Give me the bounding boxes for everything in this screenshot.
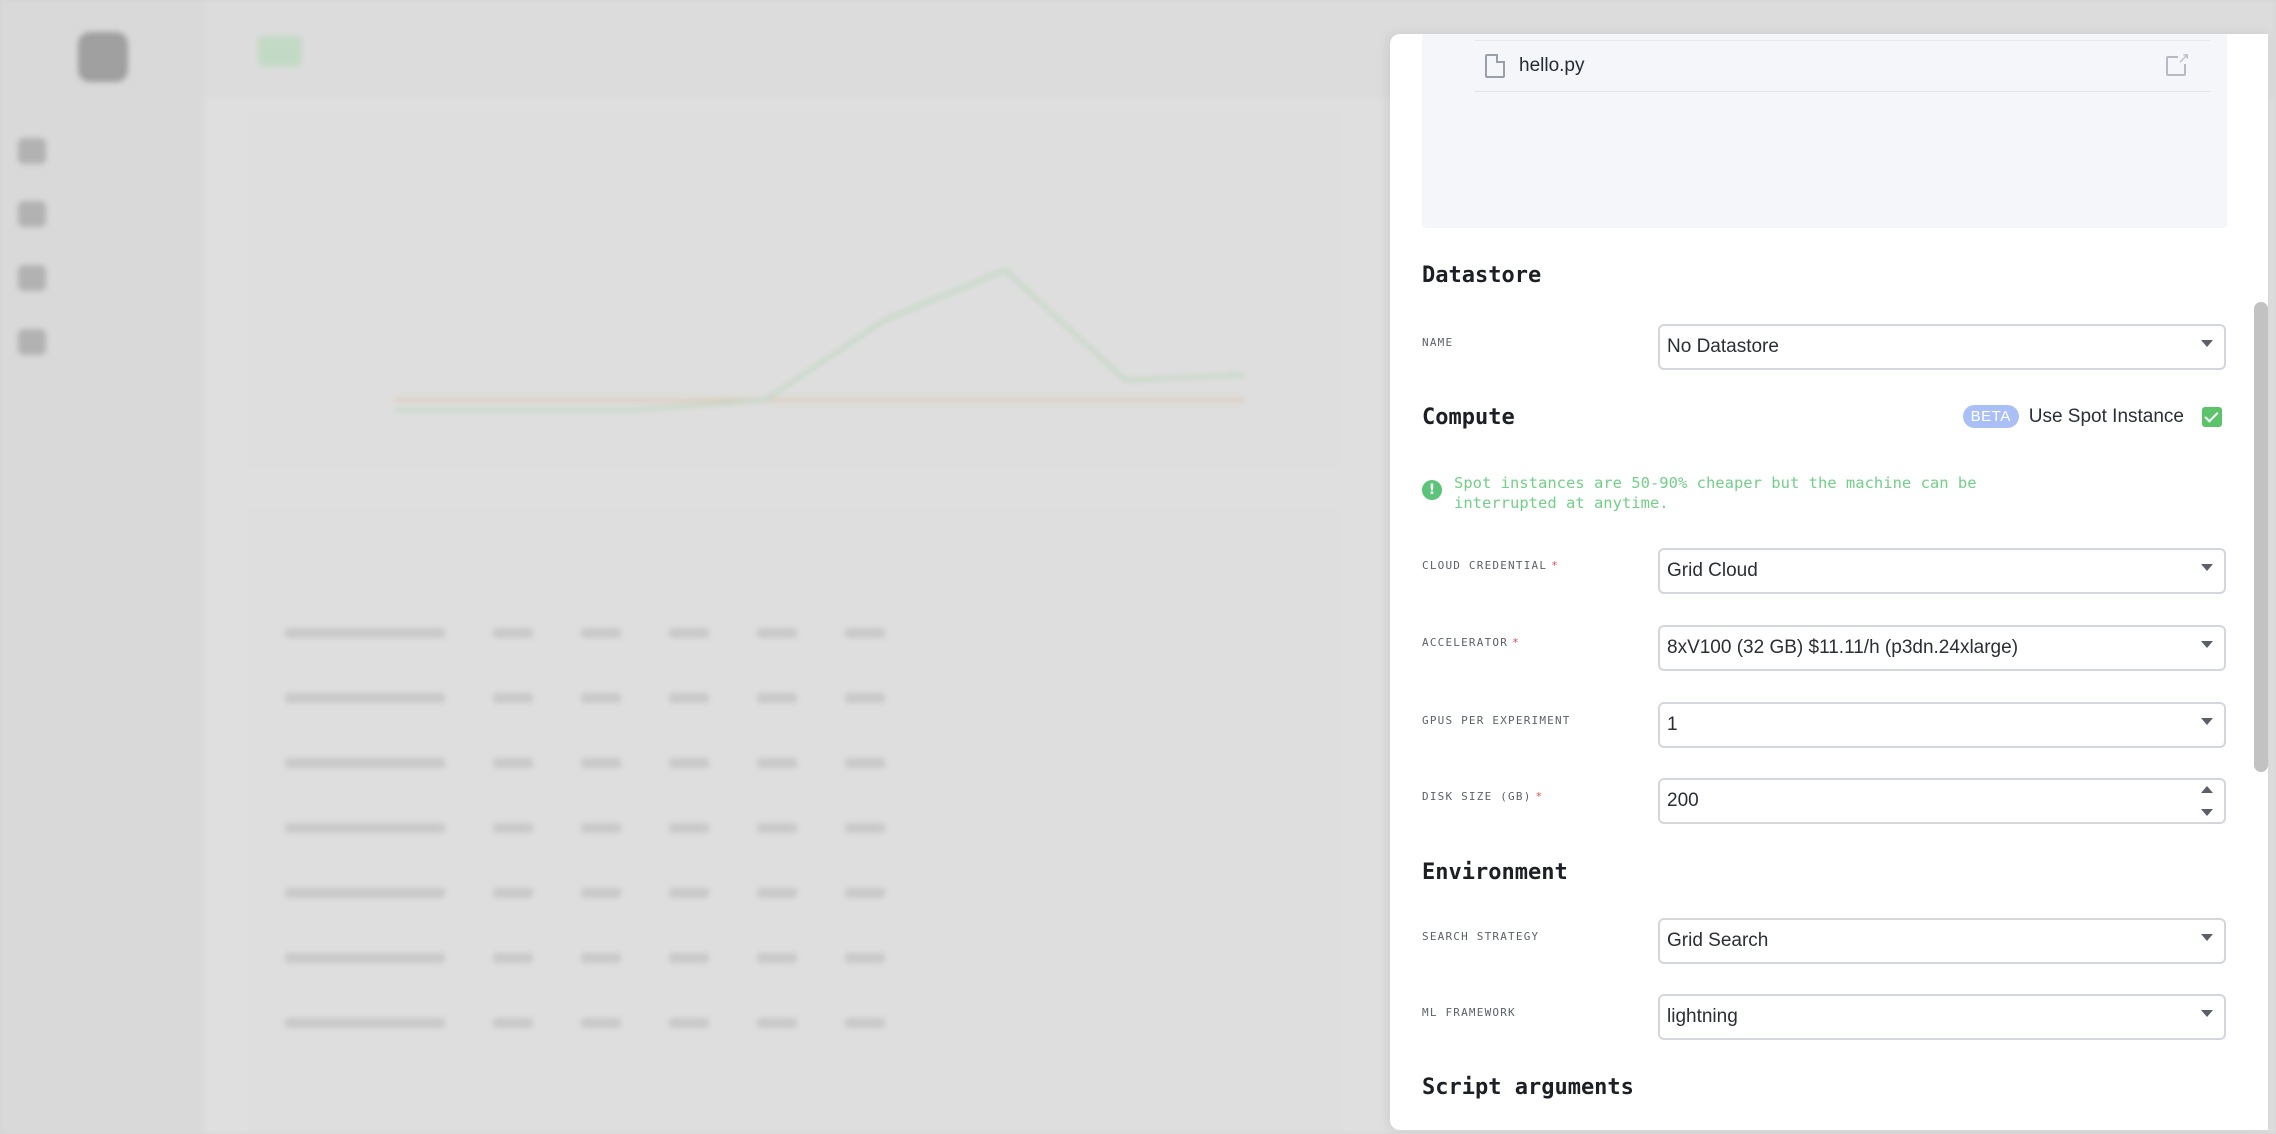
number-stepper[interactable] [2201, 786, 2213, 816]
datastore-section-title: Datastore [1422, 263, 1542, 288]
datastore-select[interactable]: No Datastore [1658, 324, 2226, 370]
compute-section-title: Compute [1422, 405, 1515, 430]
accelerator-select[interactable]: 8xV100 (32 GB) $11.11/h (p3dn.24xlarge) [1658, 625, 2226, 671]
file-icon [1485, 54, 1505, 78]
search-strategy-value: Grid Search [1667, 930, 1769, 951]
script-arguments-section-title: Script arguments [1422, 1075, 1634, 1100]
new-run-drawer: hello.py Datastore NAME No Datastore Com… [1390, 34, 2268, 1130]
ml-framework-select[interactable]: lightning [1658, 994, 2226, 1040]
code-file-panel: hello.py [1422, 34, 2227, 228]
spot-notice: ! Spot instances are 50-90% cheaper but … [1422, 473, 2014, 513]
gpus-per-experiment-select[interactable]: 1 [1658, 702, 2226, 748]
disk-size-label: DISK SIZE (GB) * [1422, 790, 1544, 803]
cloud-credential-label: CLOUD CREDENTIAL * [1422, 559, 1559, 572]
accelerator-value: 8xV100 (32 GB) $11.11/h (p3dn.24xlarge) [1667, 637, 2019, 658]
decrement-icon[interactable] [2201, 809, 2213, 816]
drawer-scrollbar[interactable] [2254, 302, 2268, 772]
open-external-icon[interactable] [2166, 49, 2190, 76]
search-strategy-select[interactable]: Grid Search [1658, 918, 2226, 964]
info-icon: ! [1422, 480, 1442, 500]
spot-notice-text: Spot instances are 50-90% cheaper but th… [1454, 474, 1977, 512]
increment-icon[interactable] [2201, 786, 2213, 793]
spot-instance-label: Use Spot Instance [2028, 405, 2184, 427]
search-strategy-label: SEARCH STRATEGY [1422, 930, 1540, 943]
chevron-down-icon [2201, 1010, 2213, 1017]
disk-size-value: 200 [1667, 790, 1699, 811]
chevron-down-icon [2201, 340, 2213, 347]
datastore-name-label: NAME [1422, 336, 1454, 349]
chevron-down-icon [2201, 934, 2213, 941]
beta-badge: BETA [1962, 405, 2019, 428]
chevron-down-icon [2201, 641, 2213, 648]
disk-size-input[interactable]: 200 [1658, 778, 2226, 824]
file-row[interactable]: hello.py [1475, 40, 2210, 92]
cloud-credential-select[interactable]: Grid Cloud [1658, 548, 2226, 594]
required-marker: * [1512, 636, 1520, 649]
chevron-down-icon [2201, 718, 2213, 725]
file-name: hello.py [1519, 55, 1585, 76]
environment-section-title: Environment [1422, 860, 1568, 885]
gpus-per-experiment-value: 1 [1667, 714, 1678, 735]
required-marker: * [1551, 559, 1559, 572]
chevron-down-icon [2201, 564, 2213, 571]
datastore-select-value: No Datastore [1667, 336, 1779, 357]
ml-framework-value: lightning [1667, 1006, 1738, 1027]
cloud-credential-value: Grid Cloud [1667, 560, 1758, 581]
ml-framework-label: ML FRAMEWORK [1422, 1006, 1516, 1019]
accelerator-label: ACCELERATOR * [1422, 636, 1520, 649]
spot-instance-checkbox[interactable] [2202, 406, 2222, 427]
gpus-per-experiment-label: GPUS PER EXPERIMENT [1422, 714, 1571, 727]
spot-instance-toggle[interactable]: BETA Use Spot Instance [1962, 405, 2222, 428]
required-marker: * [1535, 790, 1544, 803]
